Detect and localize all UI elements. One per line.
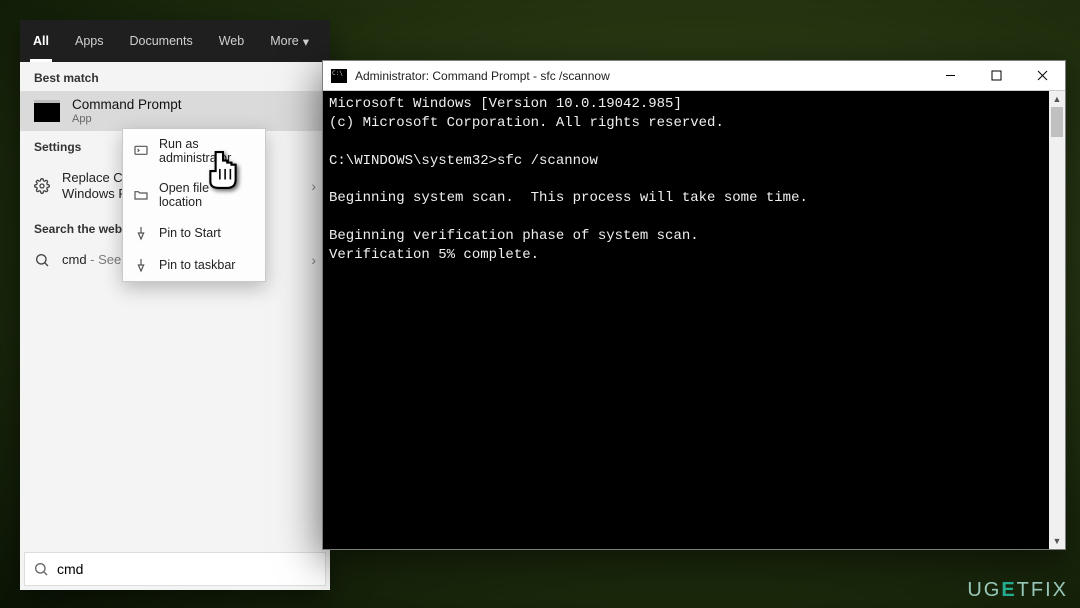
ctx-open-file-location[interactable]: Open file location xyxy=(123,173,265,217)
ctx-label: Open file location xyxy=(159,181,255,209)
folder-open-icon xyxy=(133,187,149,203)
command-prompt-window: Administrator: Command Prompt - sfc /sca… xyxy=(322,60,1066,550)
window-title-bar[interactable]: Administrator: Command Prompt - sfc /sca… xyxy=(323,61,1065,91)
close-button[interactable] xyxy=(1019,61,1065,90)
tab-apps[interactable]: Apps xyxy=(62,20,117,62)
minimize-icon xyxy=(945,70,956,81)
terminal-output[interactable]: Microsoft Windows [Version 10.0.19042.98… xyxy=(323,91,1049,549)
minimize-button[interactable] xyxy=(927,61,973,90)
search-input[interactable] xyxy=(57,561,317,577)
pin-taskbar-icon xyxy=(133,257,149,273)
scroll-thumb[interactable] xyxy=(1051,107,1063,137)
context-menu: Run as administrator Open file location … xyxy=(122,128,266,282)
maximize-button[interactable] xyxy=(973,61,1019,90)
search-bar[interactable] xyxy=(24,552,326,586)
chevron-right-icon: › xyxy=(311,178,316,194)
ctx-label: Run as administrator xyxy=(159,137,255,165)
ctx-run-as-administrator[interactable]: Run as administrator xyxy=(123,129,265,173)
ctx-pin-to-taskbar[interactable]: Pin to taskbar xyxy=(123,249,265,281)
best-match-header: Best match xyxy=(20,62,330,91)
search-icon xyxy=(33,561,49,577)
tab-web[interactable]: Web xyxy=(206,20,257,62)
maximize-icon xyxy=(991,70,1002,81)
cmd-title-icon xyxy=(331,69,347,83)
tab-all[interactable]: All xyxy=(20,20,62,62)
shield-admin-icon xyxy=(133,143,149,159)
command-prompt-icon xyxy=(34,100,60,122)
tab-more[interactable]: More ▾ xyxy=(257,20,322,62)
chevron-down-icon: ▾ xyxy=(303,34,309,49)
ctx-pin-to-start[interactable]: Pin to Start xyxy=(123,217,265,249)
scroll-down-icon[interactable]: ▼ xyxy=(1049,533,1065,549)
best-match-command-prompt[interactable]: Command Prompt App xyxy=(20,91,330,131)
tab-documents[interactable]: Documents xyxy=(116,20,205,62)
gear-icon xyxy=(34,178,50,194)
best-match-title: Command Prompt xyxy=(72,97,316,113)
best-match-subtitle: App xyxy=(72,113,316,125)
ctx-label: Pin to taskbar xyxy=(159,258,235,272)
close-icon xyxy=(1037,70,1048,81)
ctx-label: Pin to Start xyxy=(159,226,221,240)
scroll-up-icon[interactable]: ▲ xyxy=(1049,91,1065,107)
pin-start-icon xyxy=(133,225,149,241)
search-scope-tabs: All Apps Documents Web More ▾ xyxy=(20,20,330,62)
search-icon xyxy=(34,252,50,268)
terminal-scrollbar[interactable]: ▲ ▼ xyxy=(1049,91,1065,549)
watermark-logo: UGETFIX xyxy=(967,579,1068,602)
start-search-panel: All Apps Documents Web More ▾ Best match… xyxy=(20,20,330,590)
window-title: Administrator: Command Prompt - sfc /sca… xyxy=(355,69,927,83)
chevron-right-icon: › xyxy=(311,252,316,268)
